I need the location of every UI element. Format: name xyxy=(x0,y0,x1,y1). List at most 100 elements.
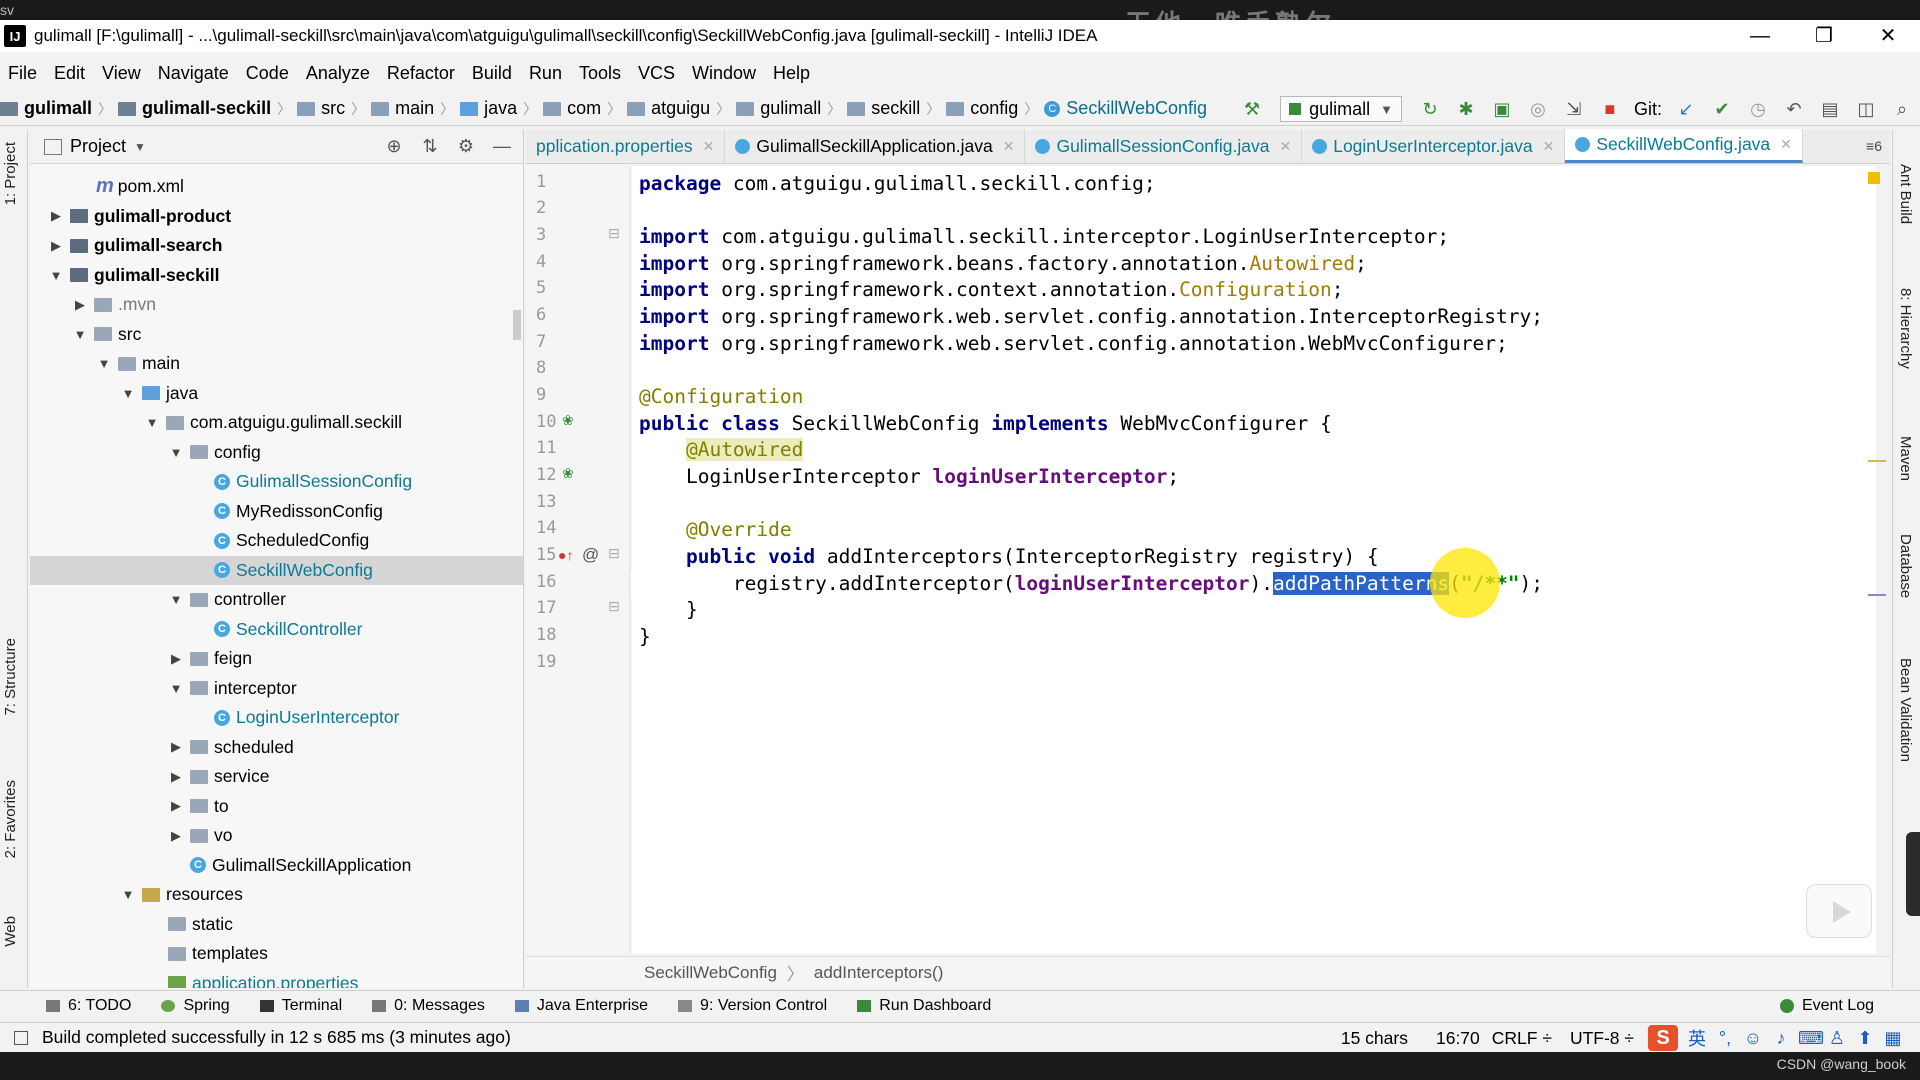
close-tab-icon[interactable]: ✕ xyxy=(1279,138,1291,155)
tree-item-class[interactable]: C GulimallSessionConfig xyxy=(30,467,523,497)
menu-build[interactable]: Build xyxy=(472,63,512,84)
coverage-icon[interactable]: ▣ xyxy=(1488,98,1516,120)
chevron-right-icon[interactable]: ▶ xyxy=(168,769,184,785)
close-window-button[interactable]: ✕ xyxy=(1856,20,1920,52)
tree-item-feign[interactable]: ▶ feign xyxy=(30,644,523,674)
tree-item-mvn[interactable]: ▶ .mvn xyxy=(30,290,523,320)
tool-tab-bean-validation[interactable]: Bean Validation xyxy=(1897,658,1914,762)
nav-crumb-main[interactable]: main 〉 xyxy=(371,98,454,119)
tree-item-resources[interactable]: ▼ resources xyxy=(30,880,523,910)
nav-crumb-config[interactable]: config 〉 xyxy=(946,98,1038,119)
tree-item-config[interactable]: ▼ config xyxy=(30,438,523,468)
tree-item-pom[interactable]: m pom.xml xyxy=(30,172,523,202)
nav-crumb-gulimall[interactable]: gulimall 〉 xyxy=(736,98,841,119)
restore-button[interactable]: ❐ xyxy=(1792,20,1856,52)
git-update-icon[interactable]: ↙ xyxy=(1672,98,1700,120)
layout-icon[interactable]: ◫ xyxy=(1852,98,1880,120)
toolbox-icon[interactable]: ▦ xyxy=(1882,1028,1904,1049)
menu-analyze[interactable]: Analyze xyxy=(306,63,370,84)
nav-crumb-src[interactable]: src 〉 xyxy=(297,98,365,119)
caret-position[interactable]: 16:70 xyxy=(1436,1028,1480,1049)
tree-item-properties[interactable]: application.properties xyxy=(30,969,523,988)
bean-gutter-icon[interactable]: ❀ xyxy=(562,412,574,429)
chevron-right-icon[interactable]: ▶ xyxy=(168,651,184,667)
voice-icon[interactable]: ♪ xyxy=(1770,1028,1792,1049)
line-separator[interactable]: CRLF ÷ xyxy=(1492,1028,1552,1049)
tree-item-class[interactable]: C SeckillController xyxy=(30,615,523,645)
run-configuration-select[interactable]: gulimall ▼ xyxy=(1280,96,1402,122)
tab-overflow-button[interactable]: ≡6 xyxy=(1858,129,1890,163)
tree-item-product-module[interactable]: ▶ gulimall-product xyxy=(30,202,523,232)
tree-item-vo[interactable]: ▶ vo xyxy=(30,821,523,851)
toggle-tool-windows-icon[interactable] xyxy=(14,1030,28,1045)
close-tab-icon[interactable]: ✕ xyxy=(1780,136,1792,153)
menu-navigate[interactable]: Navigate xyxy=(158,63,229,84)
tree-item-search-module[interactable]: ▶ gulimall-search xyxy=(30,231,523,261)
tree-item-class[interactable]: C ScheduledConfig xyxy=(30,526,523,556)
rerun-icon[interactable]: ↻ xyxy=(1416,98,1444,120)
menu-code[interactable]: Code xyxy=(246,63,289,84)
tree-item-java[interactable]: ▼ java xyxy=(30,379,523,409)
chevron-down-icon[interactable]: ▼ xyxy=(168,445,184,460)
fold-icon[interactable]: ⊟ xyxy=(608,545,620,562)
nav-crumb-class[interactable]: C SeckillWebConfig xyxy=(1044,98,1207,119)
editor-tab-application[interactable]: GulimallSeckillApplication.java ✕ xyxy=(725,129,1026,163)
fold-icon[interactable]: ⊟ xyxy=(608,598,620,615)
tree-item-class[interactable]: C LoginUserInterceptor xyxy=(30,703,523,733)
project-panel-title[interactable]: Project xyxy=(70,136,126,157)
chevron-right-icon[interactable]: ▶ xyxy=(48,238,64,254)
side-handle[interactable] xyxy=(1906,832,1920,916)
breadcrumb-class[interactable]: SeckillWebConfig xyxy=(644,963,777,983)
status-message[interactable]: Build completed successfully in 12 s 685… xyxy=(42,1027,511,1048)
tree-item-static[interactable]: static xyxy=(30,910,523,940)
profile-icon[interactable]: ◎ xyxy=(1524,98,1552,120)
chevron-right-icon[interactable]: ▶ xyxy=(168,798,184,814)
code-editor[interactable]: package com.atguigu.gulimall.seckill.con… xyxy=(632,166,1876,954)
menu-vcs[interactable]: VCS xyxy=(638,63,675,84)
emoji-icon[interactable]: ☺ xyxy=(1742,1028,1764,1049)
user-icon[interactable]: ♙ xyxy=(1826,1028,1848,1049)
tree-item-main[interactable]: ▼ main xyxy=(30,349,523,379)
tool-tab-favorites[interactable]: 2: Favorites xyxy=(2,780,19,858)
git-rollback-icon[interactable]: ↶ xyxy=(1780,98,1808,120)
punctuation-icon[interactable]: °, xyxy=(1714,1028,1736,1049)
tool-tab-hierarchy[interactable]: 8: Hierarchy xyxy=(1897,288,1914,369)
tool-tab-project[interactable]: 1: Project xyxy=(2,142,19,205)
tool-tab-java-enterprise[interactable]: Java Enterprise xyxy=(514,997,648,1015)
search-everywhere-icon[interactable]: ⌕ xyxy=(1888,98,1916,120)
skin-icon[interactable]: ⬆ xyxy=(1854,1028,1876,1049)
chevron-right-icon[interactable]: ▶ xyxy=(48,208,64,224)
video-play-button[interactable] xyxy=(1806,884,1872,938)
collapse-all-icon[interactable]: ⇅ xyxy=(419,136,441,157)
project-scrollbar[interactable] xyxy=(513,310,521,340)
project-structure-icon[interactable]: ▤ xyxy=(1816,98,1844,120)
chevron-down-icon[interactable]: ▼ xyxy=(48,268,64,283)
debug-bug-icon[interactable]: ✱ xyxy=(1452,98,1480,120)
hide-panel-icon[interactable]: — xyxy=(491,136,513,157)
stop-icon[interactable]: ■ xyxy=(1596,98,1624,120)
file-encoding[interactable]: UTF-8 ÷ xyxy=(1570,1028,1634,1049)
tool-tab-ant-build[interactable]: Ant Build xyxy=(1897,164,1914,224)
nav-crumb-module[interactable]: gulimall-seckill 〉 xyxy=(118,98,291,119)
menu-view[interactable]: View xyxy=(102,63,141,84)
gear-icon[interactable]: ⚙ xyxy=(455,136,477,157)
close-tab-icon[interactable]: ✕ xyxy=(1003,138,1015,155)
nav-crumb-com[interactable]: com 〉 xyxy=(543,98,621,119)
chevron-down-icon[interactable]: ▼ xyxy=(144,415,160,430)
tool-tab-database[interactable]: Database xyxy=(1897,534,1914,598)
menu-refactor[interactable]: Refactor xyxy=(387,63,455,84)
tool-tab-messages[interactable]: 0: Messages xyxy=(372,997,485,1015)
menu-tools[interactable]: Tools xyxy=(579,63,621,84)
nav-crumb-project[interactable]: gulimall 〉 xyxy=(0,98,112,119)
tree-item-seckill-module[interactable]: ▼ gulimall-seckill xyxy=(30,261,523,291)
tree-item-class-selected[interactable]: C SeckillWebConfig xyxy=(30,555,523,585)
editor-tab-seckill-web-config[interactable]: SeckillWebConfig.java ✕ xyxy=(1565,129,1803,163)
chevron-down-icon[interactable]: ▼ xyxy=(72,327,88,342)
sogou-ime-icon[interactable]: S xyxy=(1648,1025,1678,1051)
tree-item-package[interactable]: ▼ com.atguigu.gulimall.seckill xyxy=(30,408,523,438)
tree-item-src[interactable]: ▼ src xyxy=(30,320,523,350)
keyboard-icon[interactable]: ⌨ xyxy=(1798,1028,1824,1049)
override-gutter-icon[interactable]: ●↑ xyxy=(558,547,573,563)
minimize-button[interactable]: — xyxy=(1728,20,1792,52)
tree-item-controller[interactable]: ▼ controller xyxy=(30,585,523,615)
